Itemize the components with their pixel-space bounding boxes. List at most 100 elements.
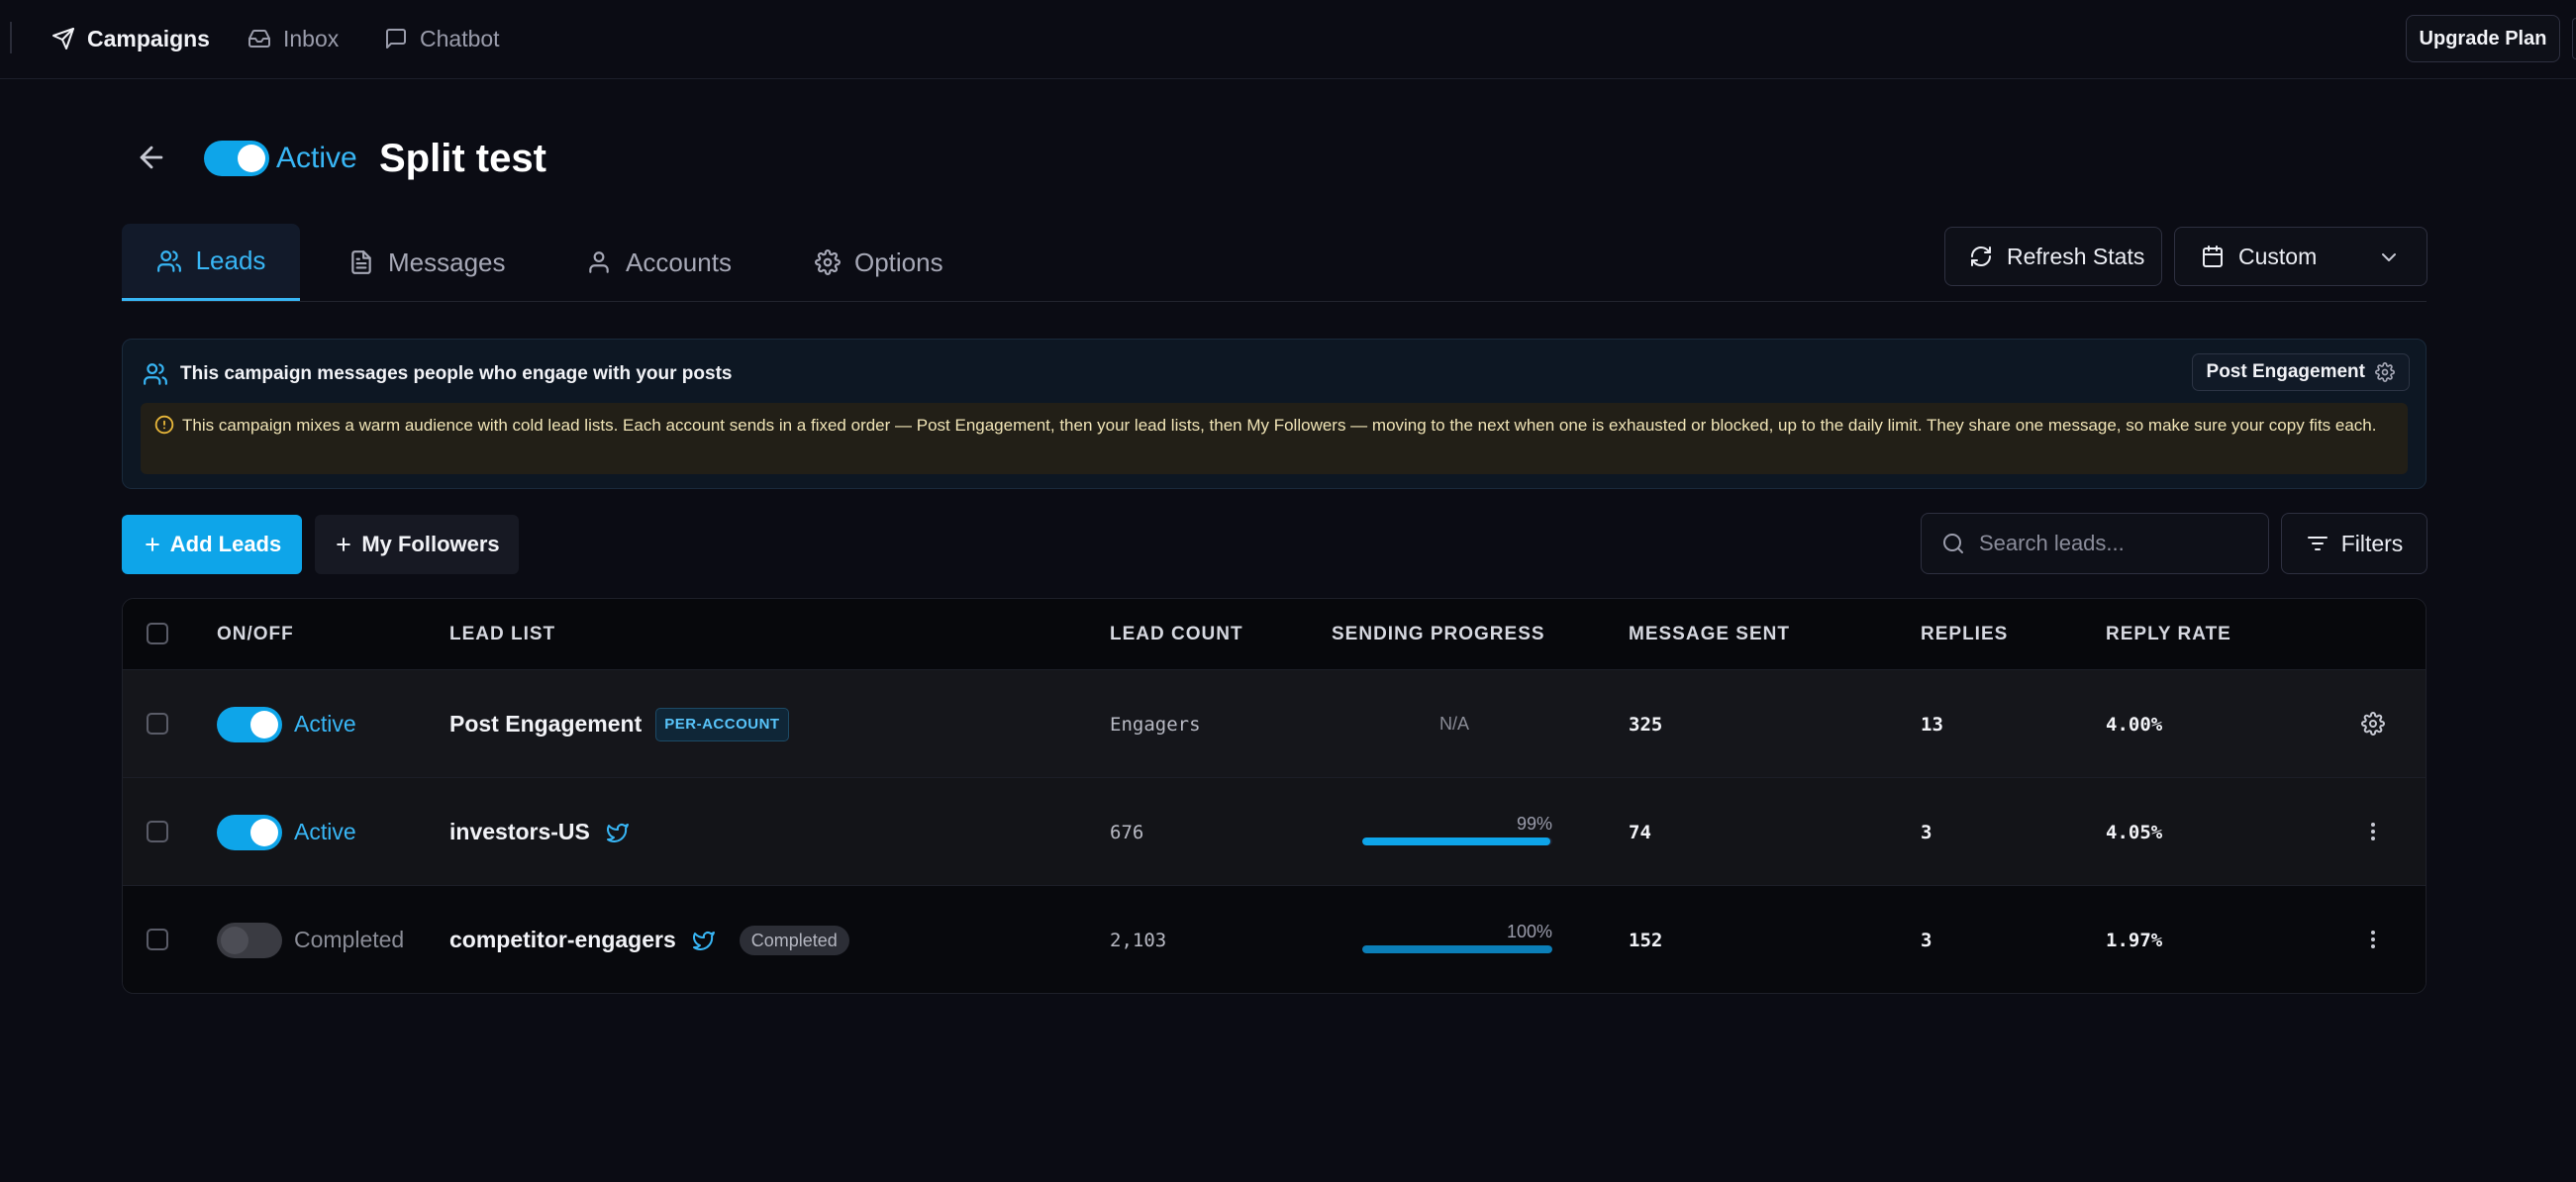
info-title: This campaign messages people who engage… xyxy=(180,363,733,384)
more-vertical-icon[interactable] xyxy=(2361,928,2385,951)
tab-accounts[interactable]: Accounts xyxy=(586,224,732,301)
gear-icon[interactable] xyxy=(2361,712,2385,736)
gear-icon xyxy=(815,249,841,275)
gear-icon xyxy=(2375,362,2395,382)
row-checkbox[interactable] xyxy=(147,821,168,842)
lead-count: 676 xyxy=(1110,821,1144,843)
twitter-icon xyxy=(606,821,630,844)
campaign-info-panel: This campaign messages people who engage… xyxy=(122,339,2427,489)
table-row: Active investors-US 676 99% 74 3 4.05% xyxy=(123,778,2426,886)
lead-list-cell: competitor-engagers Completed xyxy=(449,886,849,993)
row-active-toggle[interactable] xyxy=(217,706,282,742)
lead-list-name[interactable]: investors-US xyxy=(449,819,590,845)
tab-messages[interactable]: Messages xyxy=(348,224,506,301)
toggle-knob xyxy=(250,710,278,739)
lead-count: 2,103 xyxy=(1110,929,1167,951)
row-status: Active xyxy=(294,711,356,737)
replies-count: 3 xyxy=(1921,821,1932,843)
tab-options[interactable]: Options xyxy=(815,224,943,301)
row-toggle-cell: Active xyxy=(217,778,356,886)
arrow-left-icon xyxy=(135,141,168,174)
filters-button[interactable]: Filters xyxy=(2281,513,2427,574)
header-sending-progress: SENDING PROGRESS xyxy=(1332,624,1545,644)
refresh-stats-label: Refresh Stats xyxy=(2007,243,2145,269)
more-vertical-icon[interactable] xyxy=(2361,820,2385,843)
plus-icon xyxy=(334,535,353,554)
tab-leads[interactable]: Leads xyxy=(122,224,300,301)
progress-track xyxy=(1362,945,1552,953)
row-status: Active xyxy=(294,819,356,844)
add-leads-label: Add Leads xyxy=(169,532,282,556)
header-reply-rate: REPLY RATE xyxy=(2106,624,2231,644)
sending-progress: 99% xyxy=(1362,814,1552,847)
search-leads[interactable] xyxy=(1921,513,2269,574)
lead-lists-table: ON/OFF LEAD LIST LEAD COUNT SENDING PROG… xyxy=(122,598,2427,994)
row-active-toggle[interactable] xyxy=(217,814,282,850)
lead-count: Engagers xyxy=(1110,713,1201,736)
nav-campaigns-label: Campaigns xyxy=(87,25,210,51)
lead-list-cell: investors-US xyxy=(449,778,630,886)
per-account-badge: PER-ACCOUNT xyxy=(655,707,789,741)
lead-list-cell: Post Engagement PER-ACCOUNT xyxy=(449,670,789,778)
mixed-audience-warning: This campaign mixes a warm audience with… xyxy=(141,403,2408,474)
user-icon xyxy=(586,249,612,275)
messages-sent: 152 xyxy=(1629,929,1663,951)
page-title: Split test xyxy=(379,137,546,180)
completed-badge: Completed xyxy=(739,925,849,955)
row-status: Completed xyxy=(294,927,405,952)
nav-chatbot[interactable]: Chatbot xyxy=(384,20,500,57)
lead-list-name[interactable]: Post Engagement xyxy=(449,711,642,738)
tabs-divider xyxy=(122,301,2427,302)
refresh-stats-button[interactable]: Refresh Stats xyxy=(1944,227,2162,286)
chevron-down-icon xyxy=(2377,246,2401,269)
filter-lines-icon xyxy=(2306,532,2329,555)
nav-edge xyxy=(2572,18,2576,59)
my-followers-label: My Followers xyxy=(361,532,500,556)
users-icon xyxy=(156,248,182,274)
tab-leads-label: Leads xyxy=(195,246,266,275)
refresh-icon xyxy=(1969,245,1993,268)
alert-circle-icon xyxy=(154,415,174,435)
messages-sent: 74 xyxy=(1629,821,1651,843)
toggle-knob xyxy=(221,926,248,954)
nav-divider xyxy=(10,22,12,53)
table-row: Active Post Engagement PER-ACCOUNT Engag… xyxy=(123,670,2426,778)
table-header: ON/OFF LEAD LIST LEAD COUNT SENDING PROG… xyxy=(123,599,2426,670)
nav-campaigns[interactable]: Campaigns xyxy=(51,20,210,57)
sending-progress: 100% xyxy=(1362,922,1552,955)
nav-inbox[interactable]: Inbox xyxy=(248,20,339,57)
campaign-active-toggle[interactable] xyxy=(204,141,269,176)
date-range-value: Custom xyxy=(2238,243,2318,269)
reply-rate: 4.05% xyxy=(2106,821,2163,843)
my-followers-button[interactable]: My Followers xyxy=(315,515,519,574)
replies-count: 3 xyxy=(1921,929,1932,951)
select-all-checkbox[interactable] xyxy=(147,623,168,644)
users-icon xyxy=(143,361,168,387)
row-checkbox[interactable] xyxy=(147,929,168,950)
replies-count: 13 xyxy=(1921,713,1943,736)
upgrade-plan-button[interactable]: Upgrade Plan xyxy=(2406,15,2560,62)
plus-icon xyxy=(143,535,162,554)
info-header: This campaign messages people who engage… xyxy=(143,361,732,387)
tab-options-label: Options xyxy=(854,246,943,277)
post-engagement-label: Post Engagement xyxy=(2206,361,2365,382)
campaign-status: Active xyxy=(276,142,357,174)
back-button[interactable] xyxy=(135,141,168,174)
date-range-select[interactable]: Custom xyxy=(2174,227,2427,286)
reply-rate: 4.00% xyxy=(2106,713,2163,736)
progress-percent: 99% xyxy=(1516,814,1552,834)
search-input[interactable] xyxy=(1979,531,2256,556)
row-checkbox[interactable] xyxy=(147,713,168,735)
header-onoff: ON/OFF xyxy=(217,624,294,644)
top-navigation: Campaigns Inbox Chatbot Upgrade Plan xyxy=(0,0,2576,79)
row-active-toggle[interactable] xyxy=(217,922,282,958)
header-replies: REPLIES xyxy=(1921,624,2009,644)
table-row: Completed competitor-engagers Completed … xyxy=(123,886,2426,993)
header-lead-list: LEAD LIST xyxy=(449,624,556,644)
warning-text: This campaign mixes a warm audience with… xyxy=(182,416,2377,435)
add-leads-button[interactable]: Add Leads xyxy=(122,515,302,574)
progress-na: N/A xyxy=(1439,714,1470,734)
post-engagement-settings-button[interactable]: Post Engagement xyxy=(2191,353,2410,391)
toggle-knob xyxy=(250,818,278,846)
lead-list-name[interactable]: competitor-engagers xyxy=(449,927,676,953)
